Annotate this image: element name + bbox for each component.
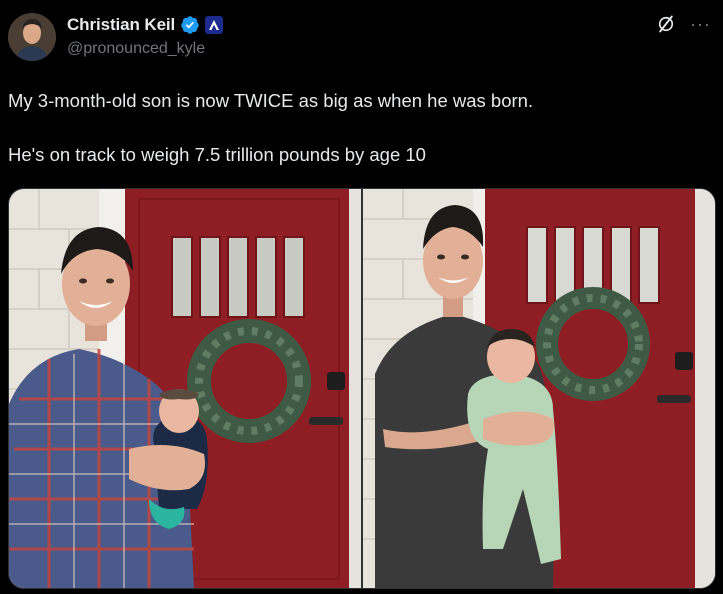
avatar[interactable] <box>8 13 56 61</box>
more-icon[interactable]: ··· <box>690 15 711 33</box>
grok-icon[interactable] <box>656 14 676 34</box>
photo-left[interactable] <box>9 189 361 588</box>
media-grid <box>8 188 716 589</box>
affiliate-badge-icon[interactable] <box>205 16 224 34</box>
tweet-paragraph: My 3-month-old son is now TWICE as big a… <box>8 90 534 111</box>
handle[interactable]: @pronounced_kyle <box>67 40 205 58</box>
tweet-paragraph: He's on track to weigh 7.5 trillion poun… <box>8 144 426 165</box>
verified-badge-icon[interactable] <box>180 15 200 35</box>
tweet-text: My 3-month-old son is now TWICE as big a… <box>8 87 708 168</box>
photo-right[interactable] <box>363 189 715 588</box>
display-name[interactable]: Christian Keil <box>67 15 175 35</box>
